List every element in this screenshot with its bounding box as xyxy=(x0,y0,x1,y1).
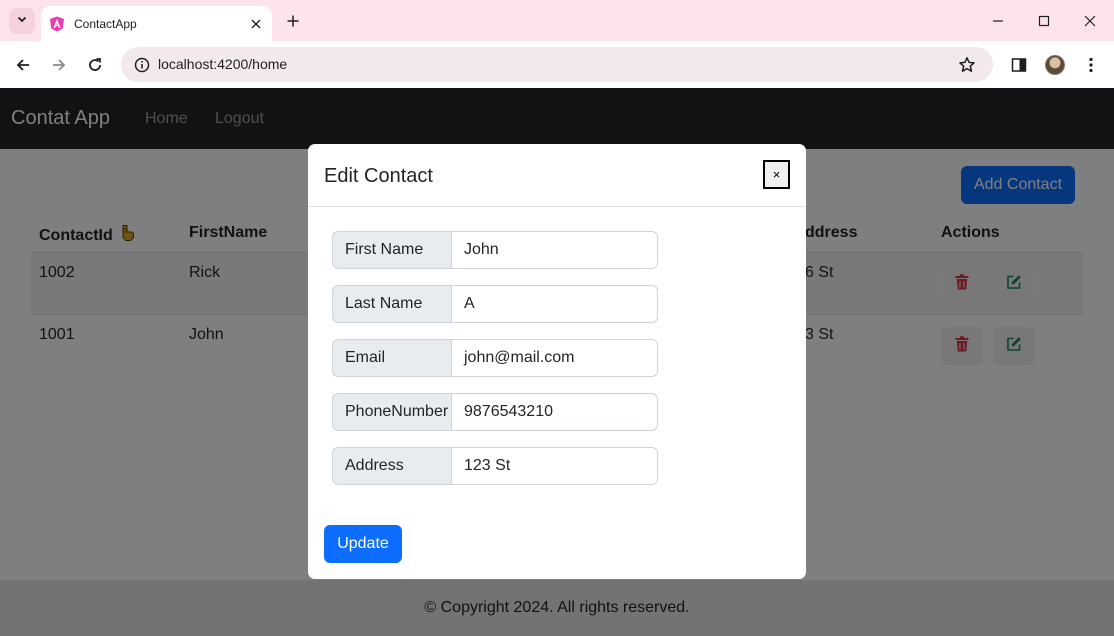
phone-number-input[interactable]: 9876543210 xyxy=(452,393,658,431)
reload-icon[interactable] xyxy=(82,52,108,78)
profile-avatar[interactable] xyxy=(1042,52,1068,78)
modal-header: Edit Contact × xyxy=(308,144,806,207)
tab-title: ContactApp xyxy=(74,16,137,31)
modal-title: Edit Contact xyxy=(324,165,433,187)
forward-arrow-icon[interactable] xyxy=(46,52,72,78)
first-name-input[interactable]: John xyxy=(452,231,658,269)
site-info-icon[interactable] xyxy=(129,52,155,78)
update-button[interactable]: Update xyxy=(324,525,402,563)
chevron-down-icon xyxy=(16,12,28,30)
avatar xyxy=(1045,55,1065,75)
email-input[interactable]: john@mail.com xyxy=(452,339,658,377)
email-group: Email john@mail.com xyxy=(332,339,658,377)
phone-number-label: PhoneNumber xyxy=(332,393,452,431)
close-icon: × xyxy=(772,167,781,182)
side-panel-icon[interactable] xyxy=(1006,52,1032,78)
bookmark-star-icon[interactable] xyxy=(955,53,979,77)
tab-search-button[interactable] xyxy=(9,8,35,34)
email-label: Email xyxy=(332,339,452,377)
url-text: localhost:4200/home xyxy=(158,56,288,72)
maximize-icon[interactable] xyxy=(1032,9,1056,33)
address-group: Address 123 St xyxy=(332,447,658,485)
close-tab-icon[interactable] xyxy=(246,14,266,34)
address-label: Address xyxy=(332,447,452,485)
more-menu-icon[interactable] xyxy=(1078,52,1104,78)
last-name-input[interactable]: A xyxy=(452,285,658,323)
modal-close-button[interactable]: × xyxy=(763,160,790,189)
back-arrow-icon[interactable] xyxy=(10,52,36,78)
first-name-group: First Name John xyxy=(332,231,658,269)
minimize-icon[interactable] xyxy=(986,9,1010,33)
first-name-label: First Name xyxy=(332,231,452,269)
browser-tab[interactable]: ContactApp xyxy=(41,6,272,41)
edit-contact-modal: Edit Contact × First Name John Last Name… xyxy=(308,144,806,579)
address-bar[interactable]: localhost:4200/home xyxy=(121,47,993,82)
phone-number-group: PhoneNumber 9876543210 xyxy=(332,393,658,431)
address-input[interactable]: 123 St xyxy=(452,447,658,485)
last-name-label: Last Name xyxy=(332,285,452,323)
new-tab-plus-icon[interactable] xyxy=(281,9,305,33)
browser-tabstrip: ContactApp xyxy=(0,0,1114,41)
browser-toolbar: localhost:4200/home xyxy=(0,41,1114,88)
angular-logo-icon xyxy=(49,16,65,32)
last-name-group: Last Name A xyxy=(332,285,658,323)
window-close-icon[interactable] xyxy=(1078,9,1102,33)
